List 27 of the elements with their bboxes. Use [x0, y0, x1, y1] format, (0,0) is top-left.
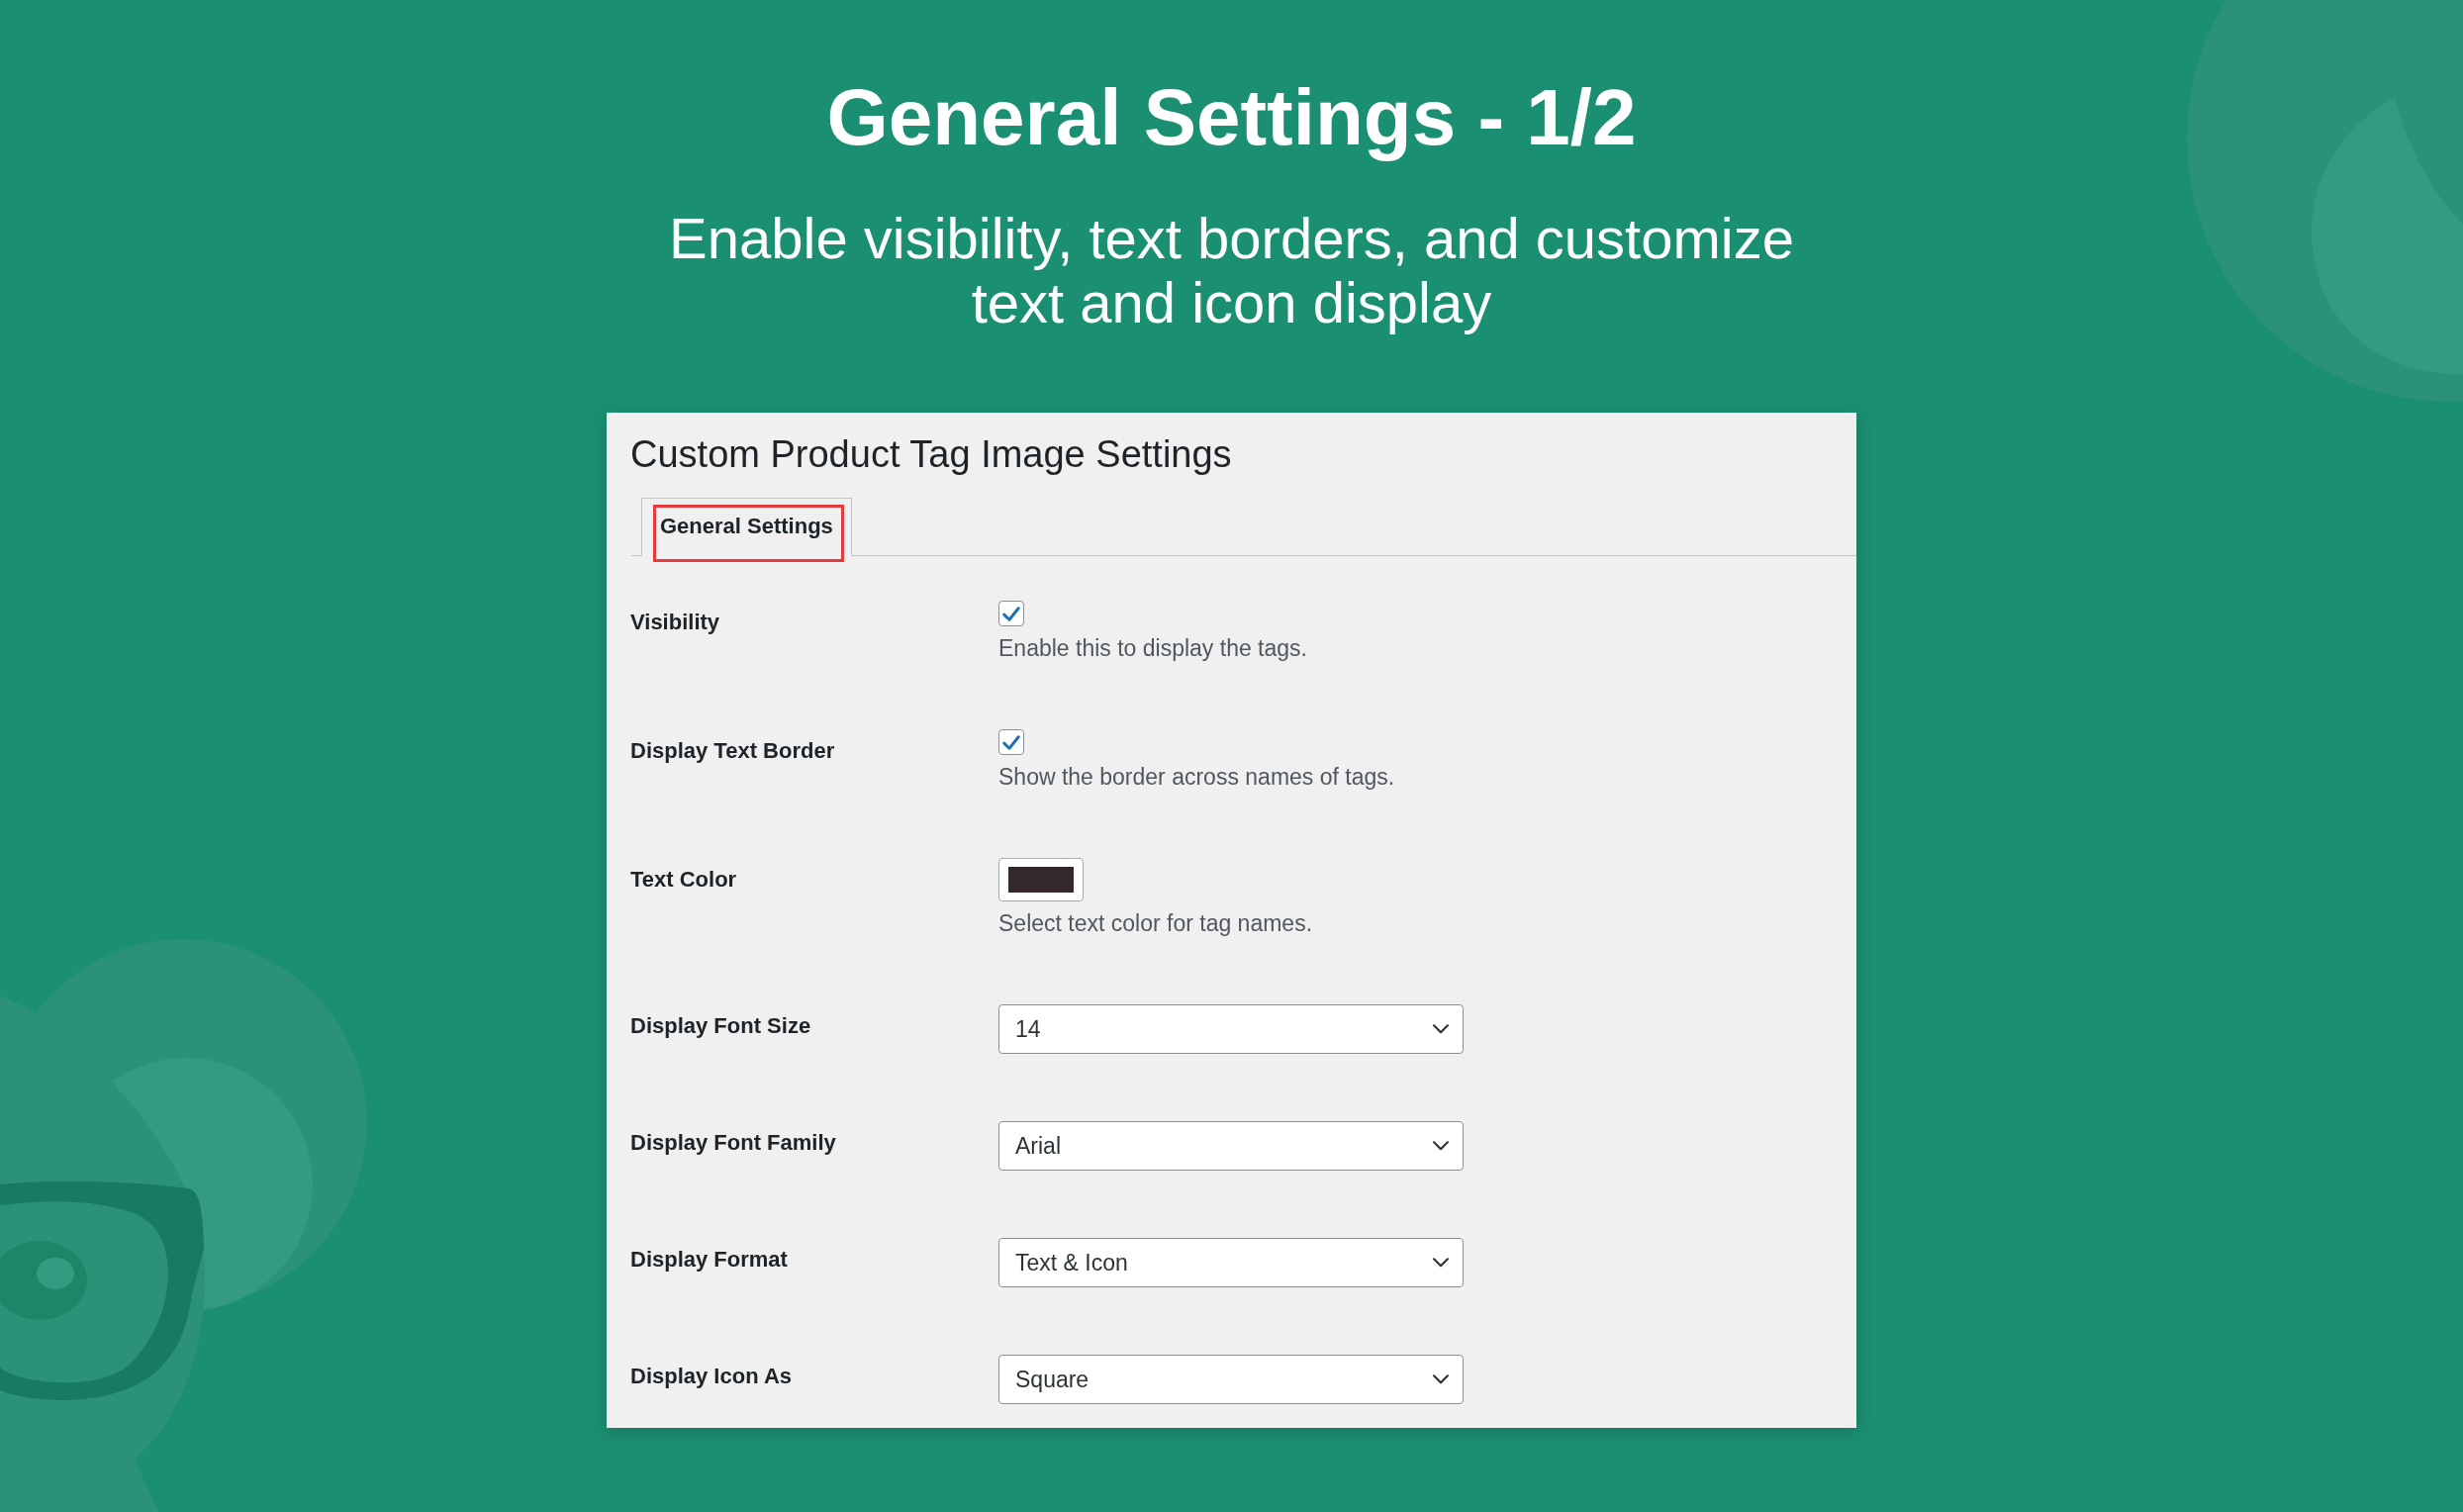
dropdown-select[interactable]: Text & Icon: [998, 1238, 1464, 1287]
field-description: Show the border across names of tags.: [998, 763, 1395, 791]
color-picker-button[interactable]: [998, 858, 1084, 901]
field-label: Visibility: [630, 609, 720, 636]
panel-title: Custom Product Tag Image Settings: [630, 432, 1232, 477]
page-heading: General Settings - 1/2: [826, 72, 1637, 163]
chevron-down-icon: [1433, 1024, 1449, 1034]
field-label: Display Text Border: [630, 737, 835, 765]
check-icon: [1002, 734, 1020, 750]
field-label: Display Font Size: [630, 1012, 811, 1040]
dropdown-select[interactable]: 14: [998, 1004, 1464, 1054]
field-label: Display Format: [630, 1246, 788, 1274]
chevron-down-icon: [1433, 1374, 1449, 1384]
page-subtitle: Enable visibility, text borders, and customize text and icon display: [668, 206, 1795, 334]
field-description: Enable this to display the tags.: [998, 634, 1307, 662]
check-icon: [1002, 606, 1020, 621]
chevron-down-icon: [1433, 1141, 1449, 1151]
dropdown-select[interactable]: Arial: [998, 1121, 1464, 1171]
field-label: Display Icon As: [630, 1363, 792, 1390]
checkbox[interactable]: [998, 729, 1024, 755]
checkbox[interactable]: [998, 601, 1024, 626]
chevron-down-icon: [1433, 1258, 1449, 1268]
dropdown-select[interactable]: Square: [998, 1355, 1464, 1404]
field-label: Display Font Family: [630, 1129, 836, 1157]
field-label: Text Color: [630, 866, 737, 894]
tab[interactable]: General Settings: [641, 498, 852, 556]
field-description: Select text color for tag names.: [998, 909, 1313, 937]
